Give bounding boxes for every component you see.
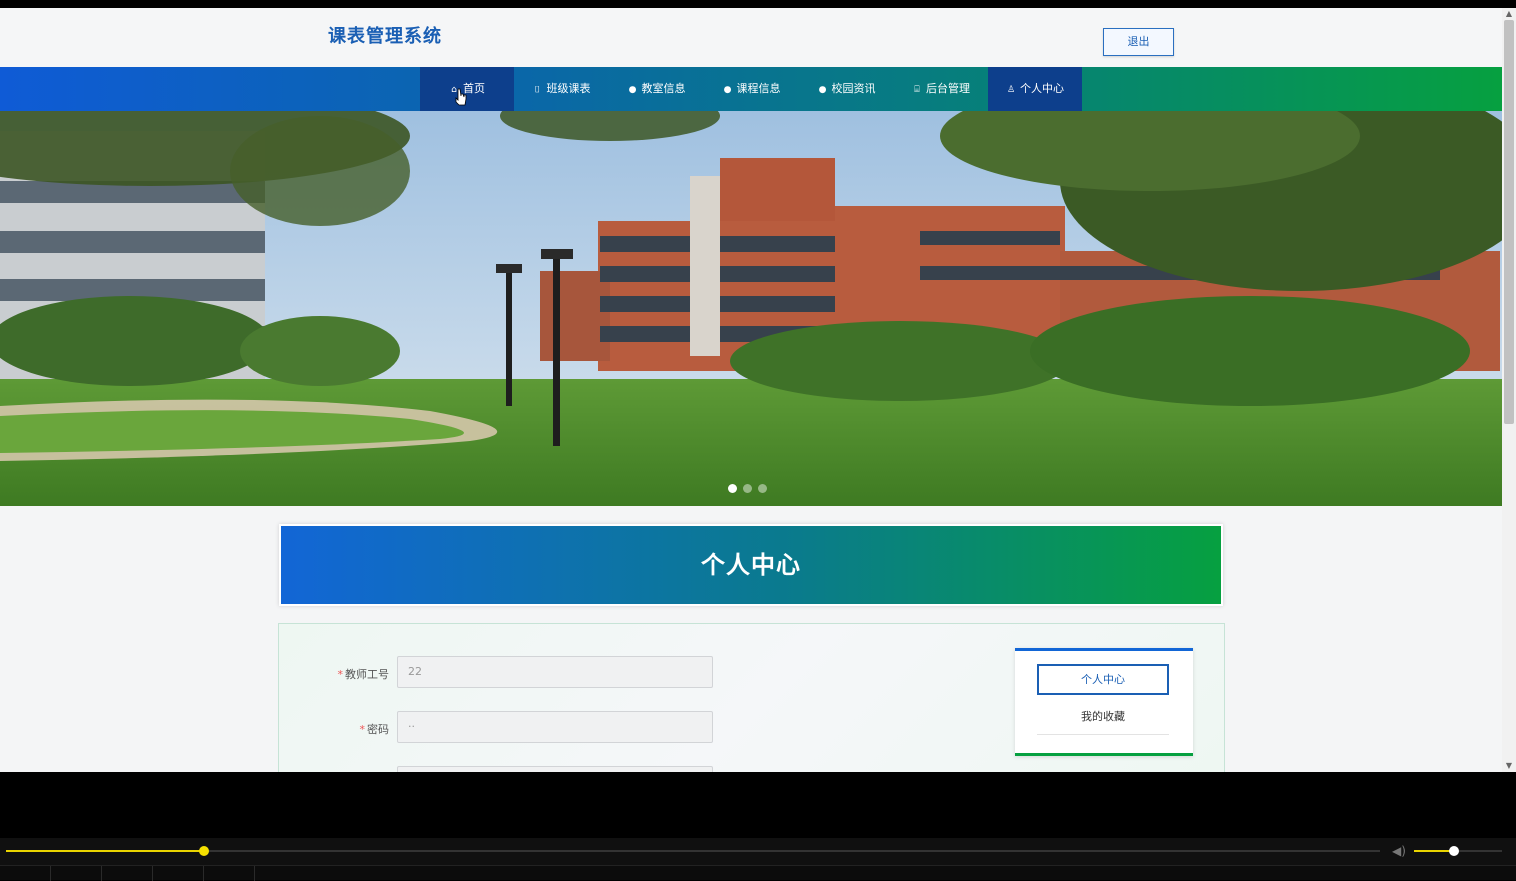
player-button[interactable] bbox=[0, 866, 51, 881]
user-icon: ♙ bbox=[1006, 85, 1016, 95]
player-button[interactable] bbox=[51, 866, 102, 881]
volume-slider[interactable] bbox=[1414, 846, 1502, 856]
carousel-dot[interactable] bbox=[728, 484, 737, 493]
site-header: 课表管理系统 退出 bbox=[0, 8, 1502, 67]
volume-icon[interactable]: ◀) bbox=[1392, 844, 1406, 858]
profile-form: * 教师工号 22 * 密码 ·· 个人中心 我的收藏 bbox=[278, 623, 1225, 772]
logout-button[interactable]: 退出 bbox=[1103, 28, 1174, 56]
password-input[interactable]: ·· bbox=[397, 711, 713, 743]
carousel-dot[interactable] bbox=[743, 484, 752, 493]
video-player-controls: ◀) bbox=[0, 838, 1516, 881]
next-field-input[interactable] bbox=[397, 766, 713, 772]
nav-item-campus-news[interactable]: ● 校园资讯 bbox=[799, 67, 894, 111]
nav-item-admin[interactable]: ⌸ 后台管理 bbox=[894, 67, 988, 111]
side-menu-item-favorites[interactable]: 我的收藏 bbox=[1037, 709, 1169, 735]
info-icon: ● bbox=[818, 85, 827, 95]
nav-item-label: 个人中心 bbox=[1020, 82, 1064, 95]
nav-item-label: 教室信息 bbox=[641, 82, 686, 95]
side-menu: 个人中心 我的收藏 bbox=[1015, 648, 1193, 756]
seek-handle[interactable] bbox=[198, 846, 209, 856]
page-heading-banner: 个人中心 bbox=[279, 524, 1223, 606]
scrollbar-thumb[interactable] bbox=[1504, 20, 1514, 424]
nav-item-personal-center[interactable]: ♙ 个人中心 bbox=[988, 67, 1082, 111]
seek-progress bbox=[6, 850, 204, 852]
browser-viewport: 课表管理系统 退出 ⌂ 首页 ⌷ 班级课表 ● 教室信息 ● 课程信息 ● 校园资讯 ⌸ 后… bbox=[0, 8, 1502, 772]
bag-icon: ⌷ bbox=[534, 85, 541, 95]
nav-item-home[interactable]: ⌂ 首页 bbox=[420, 67, 514, 111]
player-button[interactable] bbox=[102, 866, 153, 881]
nav-item-classroom-info[interactable]: ● 教室信息 bbox=[609, 67, 704, 111]
site-title: 课表管理系统 bbox=[328, 26, 442, 47]
player-button-row bbox=[0, 865, 1516, 881]
scroll-up-icon[interactable]: ▲ bbox=[1502, 8, 1516, 20]
info-icon: ● bbox=[628, 85, 637, 95]
password-label: * 密码 bbox=[359, 723, 390, 736]
scroll-down-icon[interactable]: ▼ bbox=[1502, 760, 1516, 772]
nav-item-label: 后台管理 bbox=[926, 82, 970, 95]
page-title: 个人中心 bbox=[701, 551, 801, 579]
mouse-cursor-icon bbox=[455, 88, 467, 106]
nav-item-label: 课程信息 bbox=[736, 82, 781, 95]
teacher-id-input[interactable]: 22 bbox=[397, 656, 713, 688]
player-button[interactable] bbox=[153, 866, 204, 881]
volume-handle[interactable] bbox=[1448, 846, 1459, 856]
briefcase-icon: ⌸ bbox=[914, 85, 920, 95]
side-menu-item-personal-center[interactable]: 个人中心 bbox=[1037, 664, 1169, 695]
teacher-id-label: * 教师工号 bbox=[337, 668, 390, 681]
player-button[interactable] bbox=[204, 866, 255, 881]
nav-item-label: 班级课表 bbox=[546, 82, 591, 95]
seek-bar[interactable] bbox=[6, 846, 1380, 856]
page-scrollbar[interactable]: ▲ ▼ bbox=[1502, 8, 1516, 772]
nav-item-label: 校园资讯 bbox=[831, 82, 876, 95]
nav-item-class-schedule[interactable]: ⌷ 班级课表 bbox=[514, 67, 609, 111]
campus-banner-image bbox=[0, 111, 1502, 506]
main-nav: ⌂ 首页 ⌷ 班级课表 ● 教室信息 ● 课程信息 ● 校园资讯 ⌸ 后台管理 ♙ 个人中心 bbox=[0, 67, 1502, 111]
info-icon: ● bbox=[723, 85, 732, 95]
volume-level bbox=[1414, 850, 1454, 852]
carousel-dot[interactable] bbox=[758, 484, 767, 493]
nav-item-course-info[interactable]: ● 课程信息 bbox=[704, 67, 799, 111]
